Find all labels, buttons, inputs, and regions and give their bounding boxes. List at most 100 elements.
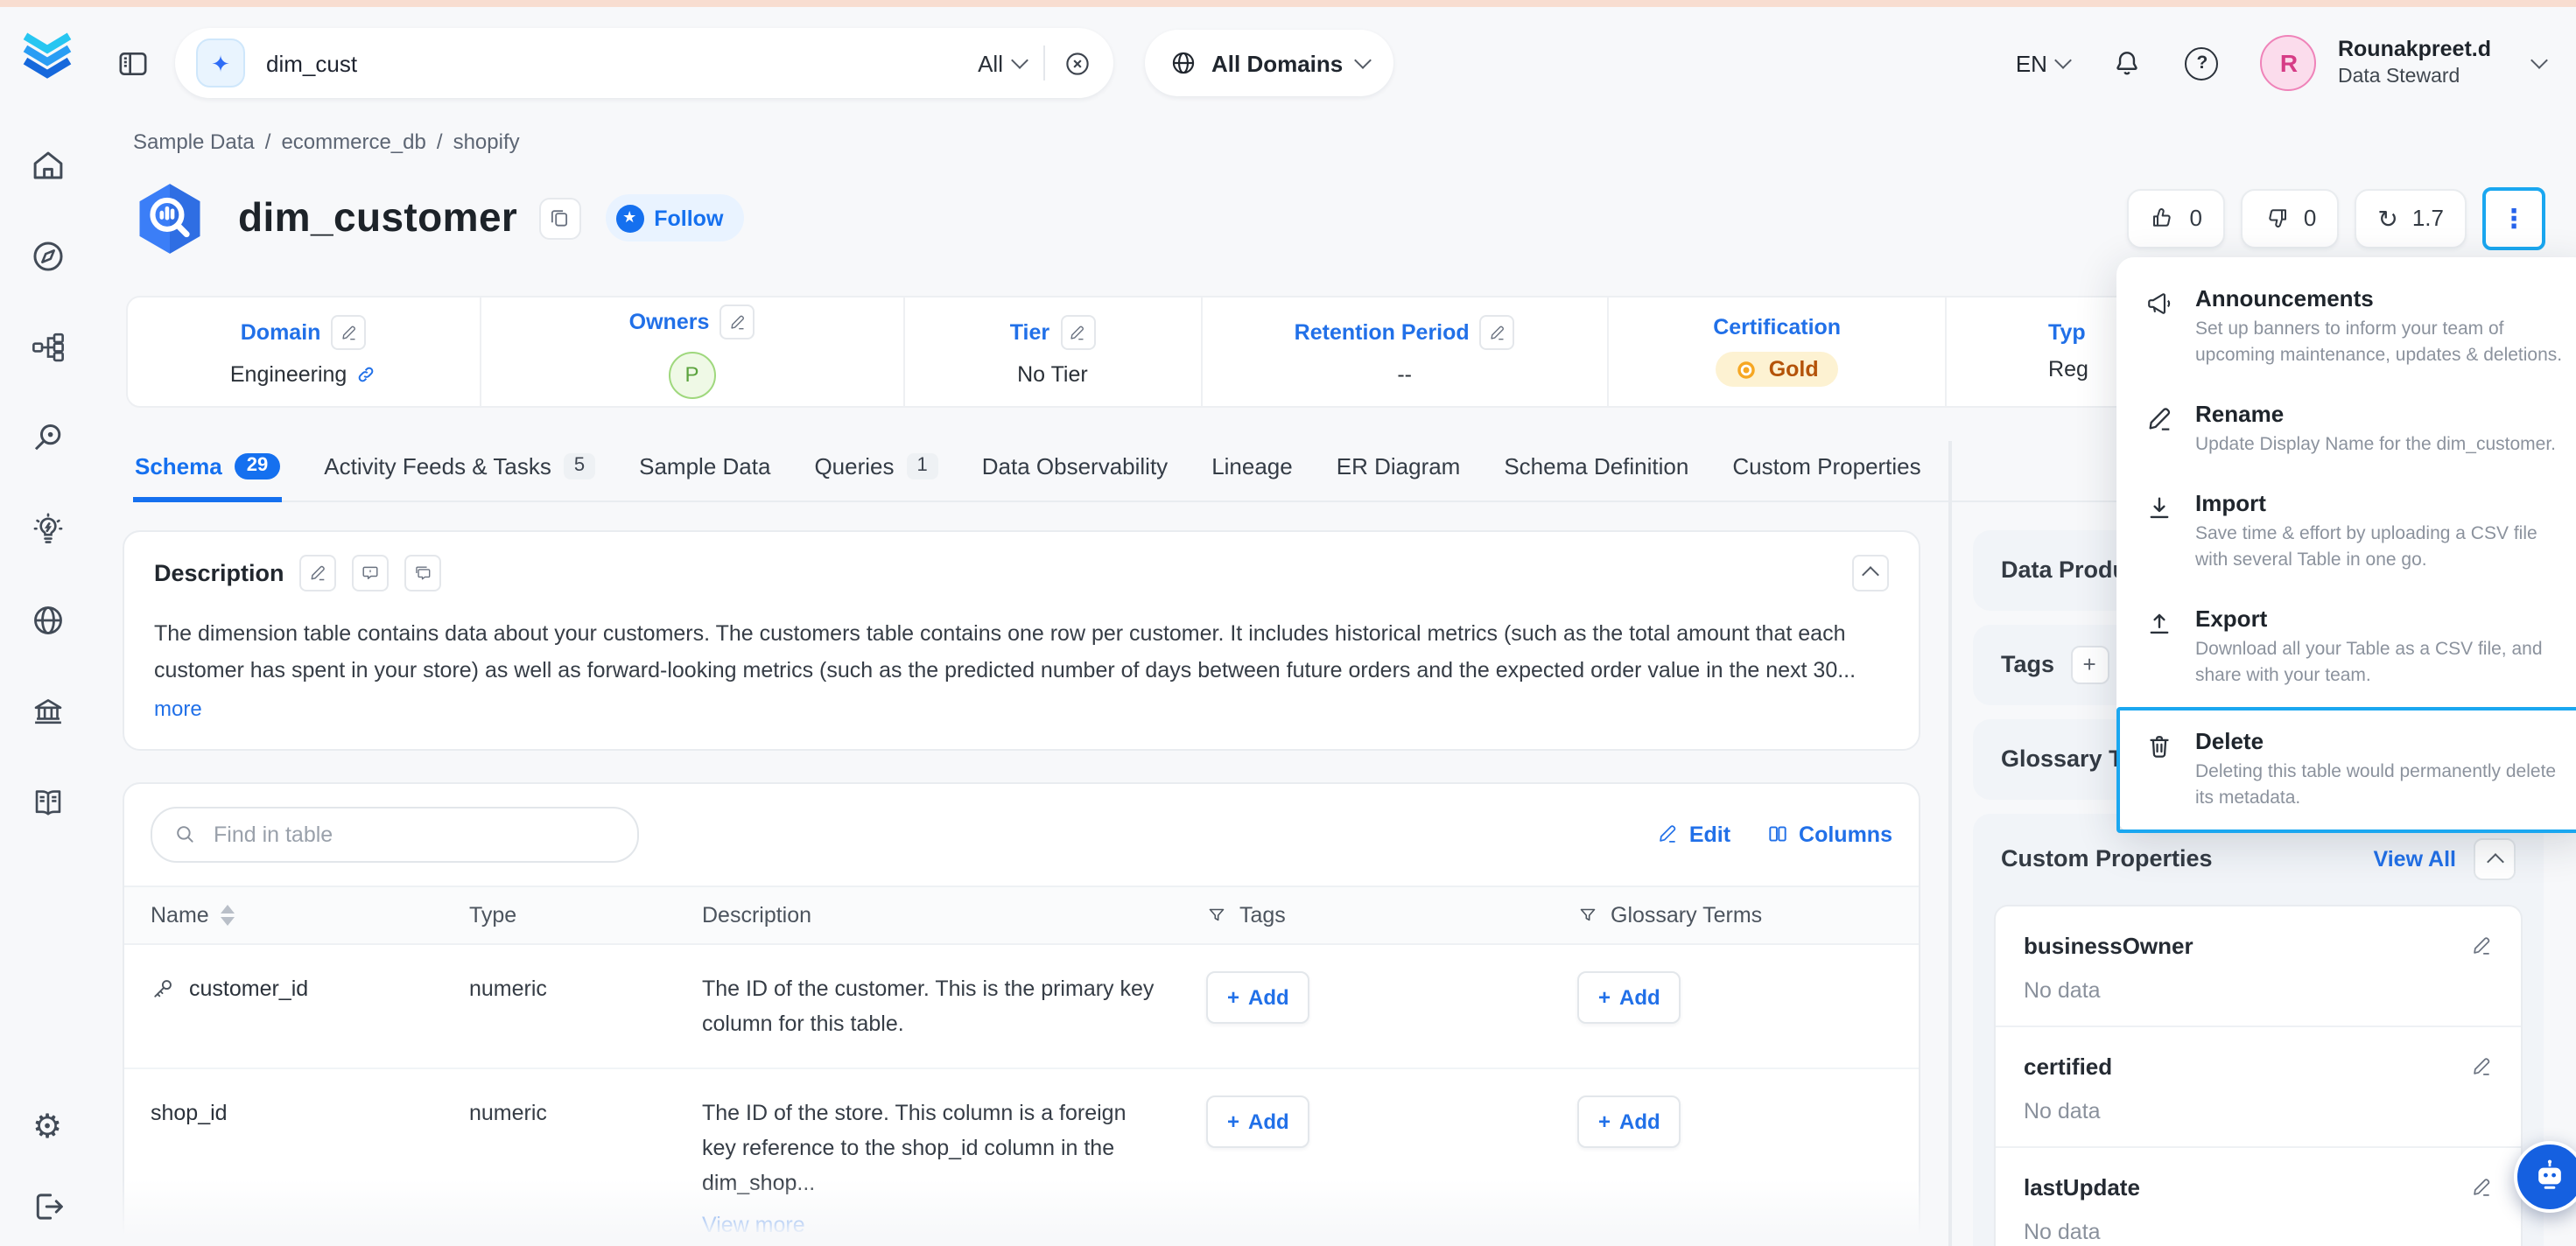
column-name[interactable]: customer_id: [189, 971, 308, 1006]
edit-property-icon[interactable]: [2470, 1176, 2493, 1199]
columns-icon: [1765, 823, 1788, 846]
edit-property-icon[interactable]: [2470, 1055, 2493, 1078]
menu-item-description: Update Display Name for the dim_customer…: [2195, 432, 2556, 458]
add-tags-button[interactable]: +: [2070, 646, 2109, 684]
menu-item-title: Delete: [2195, 726, 2563, 756]
summary-retention: Retention Period --: [1200, 298, 1607, 406]
tab-activity-feeds[interactable]: Activity Feeds & Tasks 5: [322, 443, 597, 502]
tab-sample-data[interactable]: Sample Data: [637, 443, 772, 502]
logout-icon[interactable]: [29, 1188, 66, 1225]
menu-item-import[interactable]: Import Save time & effort by uploading a…: [2127, 472, 2576, 588]
find-in-table-box[interactable]: [151, 807, 639, 863]
breadcrumb-service[interactable]: Sample Data: [133, 130, 255, 154]
property-name: businessOwner: [2024, 933, 2193, 959]
filter-funnel-icon[interactable]: [1577, 905, 1598, 926]
top-banner-strip: [0, 0, 2576, 7]
domain-label[interactable]: Domain: [241, 321, 321, 346]
version-button[interactable]: ↻ 1.7: [2355, 189, 2467, 248]
tab-queries[interactable]: Queries 1: [812, 443, 939, 502]
menu-item-description: Save time & effort by uploading a CSV fi…: [2195, 522, 2563, 574]
add-glossary-term-button[interactable]: + Add: [1577, 1096, 1681, 1148]
edit-table-button[interactable]: Edit: [1656, 822, 1730, 847]
retention-label[interactable]: Retention Period: [1295, 321, 1470, 346]
global-search-input[interactable]: [263, 48, 960, 78]
edit-tier-icon[interactable]: [1060, 316, 1095, 351]
property-name: lastUpdate: [2024, 1174, 2140, 1200]
entity-header: dim_customer ★ Follow 0 0 ↻: [130, 168, 2545, 270]
sidebar-observability-icon[interactable]: [29, 420, 66, 457]
divider: [1043, 46, 1045, 80]
collapse-custom-properties-button[interactable]: [2474, 838, 2516, 880]
sort-icon[interactable]: [221, 905, 235, 926]
user-avatar[interactable]: R: [2261, 35, 2317, 91]
breadcrumb-database[interactable]: ecommerce_db: [281, 130, 425, 154]
owner-avatar[interactable]: P: [669, 352, 716, 399]
sidebar-insights-icon[interactable]: [29, 511, 66, 548]
menu-item-rename[interactable]: Rename Update Display Name for the dim_c…: [2127, 383, 2576, 472]
add-glossary-term-button[interactable]: + Add: [1577, 971, 1681, 1024]
description-conversation-icon[interactable]: [405, 555, 442, 592]
edit-description-icon[interactable]: [300, 555, 337, 592]
add-label: Add: [1619, 980, 1660, 1015]
collapse-description-button[interactable]: [1852, 555, 1889, 592]
manage-menu-button[interactable]: ⋮: [2482, 187, 2545, 250]
all-domains-filter[interactable]: All Domains: [1145, 30, 1393, 96]
follow-button[interactable]: ★ Follow: [605, 195, 744, 242]
view-more-link[interactable]: View more: [702, 1208, 805, 1242]
sidebar-domains-icon[interactable]: [29, 602, 66, 639]
owners-label[interactable]: Owners: [629, 310, 710, 334]
sidebar-toggle-icon[interactable]: [116, 46, 151, 80]
tab-er-diagram[interactable]: ER Diagram: [1335, 443, 1463, 502]
language-selector[interactable]: EN: [2016, 50, 2070, 76]
tier-label[interactable]: Tier: [1010, 321, 1049, 346]
sidebar-home-icon[interactable]: [29, 147, 66, 184]
sidebar-glossary-icon[interactable]: [29, 784, 66, 821]
column-description: The ID of the customer. This is the prim…: [702, 976, 1154, 1036]
tab-label: ER Diagram: [1337, 453, 1461, 480]
add-tag-button[interactable]: + Add: [1206, 1096, 1310, 1148]
user-menu-chevron-icon[interactable]: [2530, 52, 2548, 69]
help-icon[interactable]: ?: [2186, 46, 2219, 80]
description-more-link[interactable]: more: [154, 696, 202, 721]
edit-domain-icon[interactable]: [331, 316, 366, 351]
upvote-count: 0: [2189, 206, 2201, 232]
ai-sparkle-icon[interactable]: ✦: [196, 38, 245, 88]
copy-name-button[interactable]: [538, 198, 580, 240]
globe-icon: [1169, 49, 1197, 77]
notifications-bell-icon[interactable]: [2112, 47, 2144, 79]
breadcrumb-schema[interactable]: shopify: [453, 130, 520, 154]
sidebar-governance-icon[interactable]: [29, 693, 66, 730]
request-description-icon[interactable]: [353, 555, 390, 592]
add-tag-button[interactable]: + Add: [1206, 971, 1310, 1024]
tab-schema-definition[interactable]: Schema Definition: [1502, 443, 1690, 502]
menu-item-announcements[interactable]: Announcements Set up banners to inform y…: [2127, 268, 2576, 383]
summary-domain: Domain Engineering: [128, 298, 479, 406]
find-in-table-input[interactable]: [210, 821, 616, 849]
search-scope-dropdown[interactable]: All: [978, 50, 1026, 76]
domain-value[interactable]: Engineering: [230, 363, 347, 388]
app-logo-icon[interactable]: [18, 24, 77, 84]
sidebar-lineage-icon[interactable]: [29, 329, 66, 366]
columns-visibility-button[interactable]: Columns: [1765, 822, 1892, 847]
edit-retention-icon[interactable]: [1480, 316, 1515, 351]
upvote-button[interactable]: 0: [2126, 189, 2224, 248]
menu-item-export[interactable]: Export Download all your Table as a CSV …: [2127, 588, 2576, 704]
sidebar-explore-icon[interactable]: [29, 238, 66, 275]
downvote-button[interactable]: 0: [2241, 189, 2339, 248]
tab-lineage[interactable]: Lineage: [1210, 443, 1295, 502]
tab-custom-properties[interactable]: Custom Properties: [1730, 443, 1922, 502]
summary-certification: Certification Gold: [1607, 298, 1945, 406]
content-scrollbar[interactable]: [1948, 441, 1952, 1246]
menu-item-delete[interactable]: Delete Deleting this table would permane…: [2116, 707, 2576, 833]
tab-data-observability[interactable]: Data Observability: [980, 443, 1169, 502]
clear-search-icon[interactable]: [1063, 48, 1092, 78]
edit-owners-icon[interactable]: [719, 304, 755, 340]
custom-properties-card: Custom Properties View All businessOwner…: [1973, 814, 2544, 1246]
view-all-link[interactable]: View All: [2374, 847, 2457, 872]
global-search-bar[interactable]: ✦ All: [175, 28, 1113, 98]
edit-property-icon[interactable]: [2470, 934, 2493, 957]
tab-schema[interactable]: Schema 29: [133, 443, 282, 502]
column-name[interactable]: shop_id: [151, 1096, 228, 1130]
filter-funnel-icon[interactable]: [1206, 905, 1227, 926]
settings-gear-icon[interactable]: ⚙: [29, 1110, 66, 1146]
